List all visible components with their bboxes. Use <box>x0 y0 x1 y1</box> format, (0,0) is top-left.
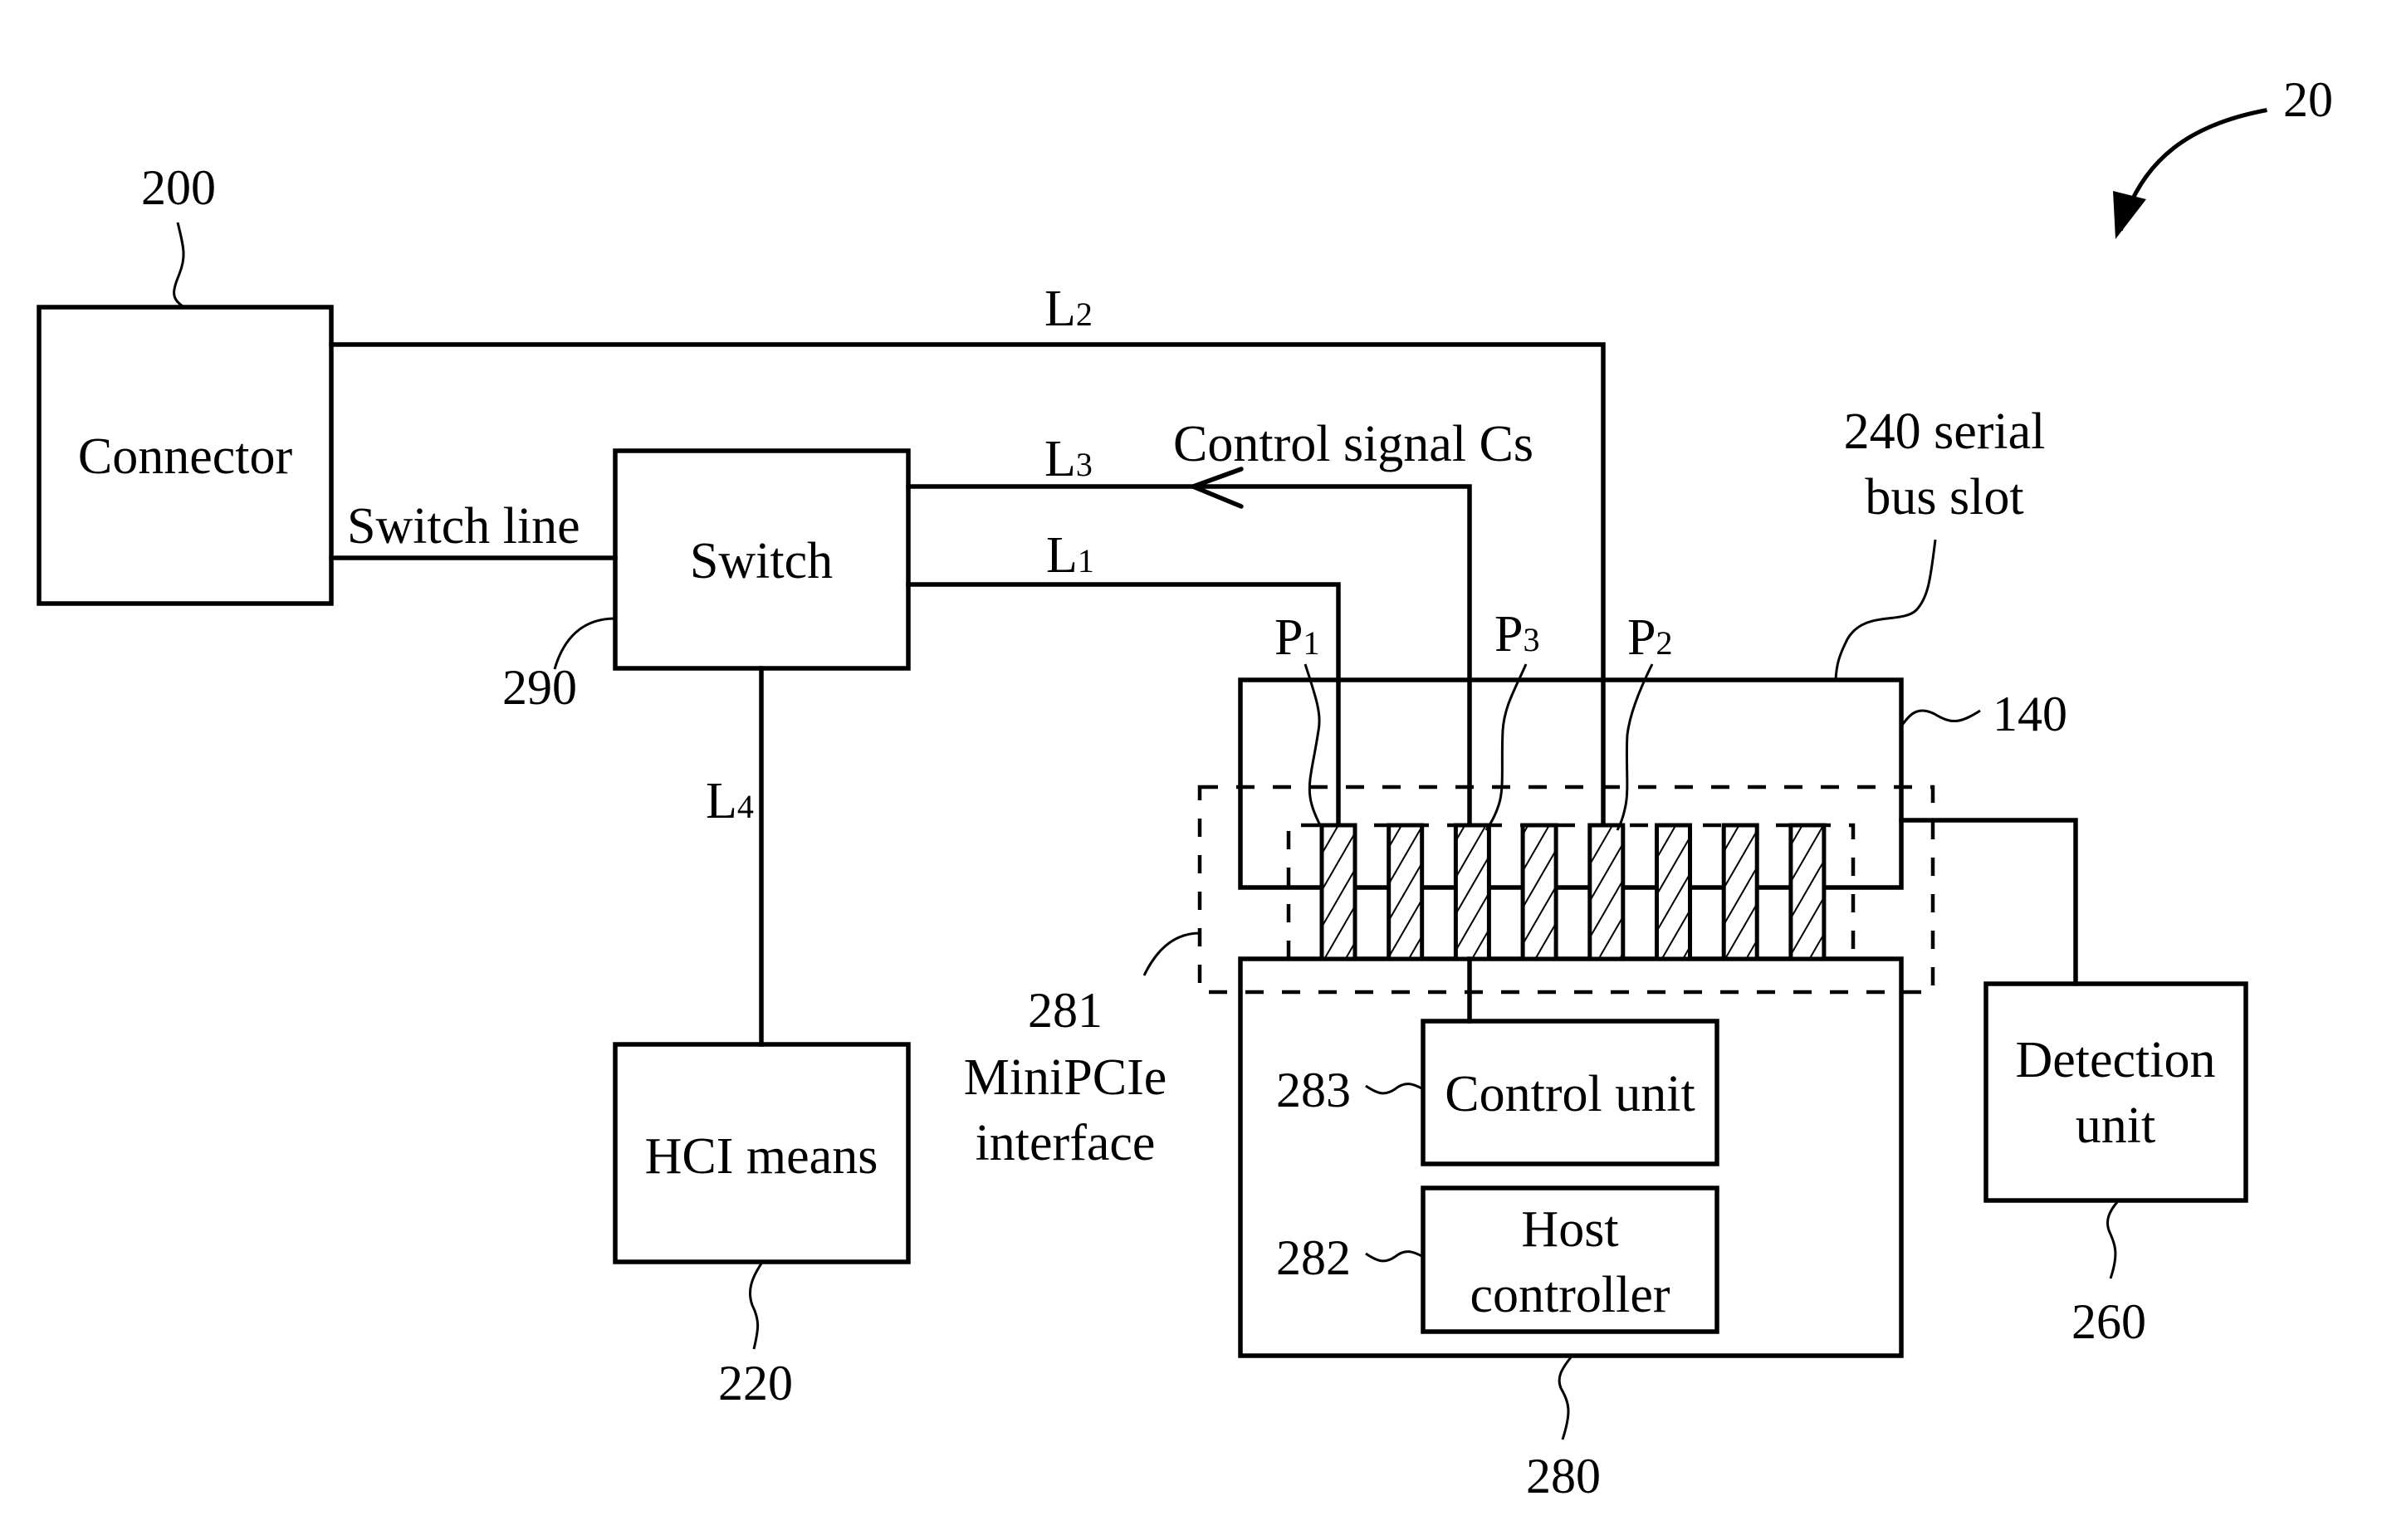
detection-unit-block: Detection unit 260 <box>1983 981 2248 1349</box>
detection-label-line1: Detection <box>2015 1032 2215 1088</box>
slot-label-line1: 240 serial <box>1844 403 2046 460</box>
pin-p1-leader <box>1303 663 1324 831</box>
control-unit-label: Control unit <box>1445 1066 1695 1122</box>
contact-pin <box>1453 823 1491 961</box>
contact-pin <box>1520 823 1558 961</box>
pin-p1-label: P1 <box>1274 609 1319 666</box>
host-controller-label-line1: Host <box>1521 1201 1618 1258</box>
interface-leader <box>1142 931 1201 976</box>
host-controller-label-line2: controller <box>1470 1267 1670 1323</box>
connector-ref: 200 <box>141 160 216 215</box>
contact-pin <box>1587 823 1626 961</box>
hci-ref: 220 <box>718 1356 793 1410</box>
hci-block: HCI means 220 <box>613 1042 911 1410</box>
contact-pin <box>1655 823 1692 961</box>
control-unit-ref: 283 <box>1276 1063 1351 1117</box>
pin-row <box>1319 823 1827 961</box>
figure-ref: 20 <box>2283 72 2333 127</box>
hci-label: HCI means <box>645 1128 878 1185</box>
contact-pin <box>1319 823 1357 961</box>
detection-label-line2: unit <box>2076 1098 2155 1154</box>
detection-ref: 260 <box>2071 1294 2146 1349</box>
pin-bracket <box>1286 823 1856 959</box>
detection-leader <box>2106 1201 2119 1279</box>
host-controller-leader <box>1365 1250 1424 1263</box>
pin-p2-leader <box>1616 663 1654 831</box>
control-unit-block: Control unit 283 <box>1276 956 1719 1166</box>
contact-pin <box>1387 823 1425 961</box>
slot-leader <box>1834 539 1937 681</box>
line-l3 <box>906 484 1472 833</box>
interface-ref: 281 <box>1028 983 1103 1038</box>
arrowhead-icon <box>2113 191 2146 239</box>
switch-block: Switch 290 <box>502 448 911 715</box>
switch-ref: 290 <box>502 660 577 715</box>
block-diagram: 20 Connector 200 L2 Switch line Switch 2… <box>37 72 2333 1503</box>
host-controller-ref: 282 <box>1276 1230 1351 1285</box>
pin-p3-leader <box>1484 663 1528 831</box>
pin-p3-label: P3 <box>1494 606 1539 662</box>
interface-label-line2: interface <box>976 1115 1156 1171</box>
slot-detection-line <box>1899 818 2078 986</box>
line-l1-label: L1 <box>1046 527 1094 584</box>
hci-leader <box>749 1263 763 1350</box>
card-ref: 280 <box>1526 1449 1601 1503</box>
connector-leader <box>173 222 185 309</box>
control-unit-leader <box>1365 1083 1424 1095</box>
control-signal-label: Control signal Cs <box>1173 416 1533 472</box>
contact-pin <box>1721 823 1759 961</box>
card-leader <box>1558 1357 1573 1440</box>
contact-pin <box>1788 823 1827 961</box>
slot-ref-leader <box>1900 709 1981 727</box>
slot-ref: 140 <box>1993 687 2067 741</box>
connector-block: Connector 200 <box>37 160 334 606</box>
line-l4-label: L4 <box>706 773 754 829</box>
figure-ref-arrow: 20 <box>2113 72 2333 239</box>
line-l3-label: L3 <box>1044 431 1093 487</box>
switch-label: Switch <box>690 533 833 589</box>
pin-p2-label: P2 <box>1627 609 1672 666</box>
host-controller-block: Host controller 282 <box>1276 1186 1719 1334</box>
switch-line-label: Switch line <box>347 498 580 555</box>
interface-label-line1: MiniPCIe <box>964 1049 1167 1106</box>
line-l2-label: L2 <box>1044 281 1093 337</box>
connector-label: Connector <box>78 428 293 485</box>
slot-label-line2: bus slot <box>1865 469 2023 526</box>
